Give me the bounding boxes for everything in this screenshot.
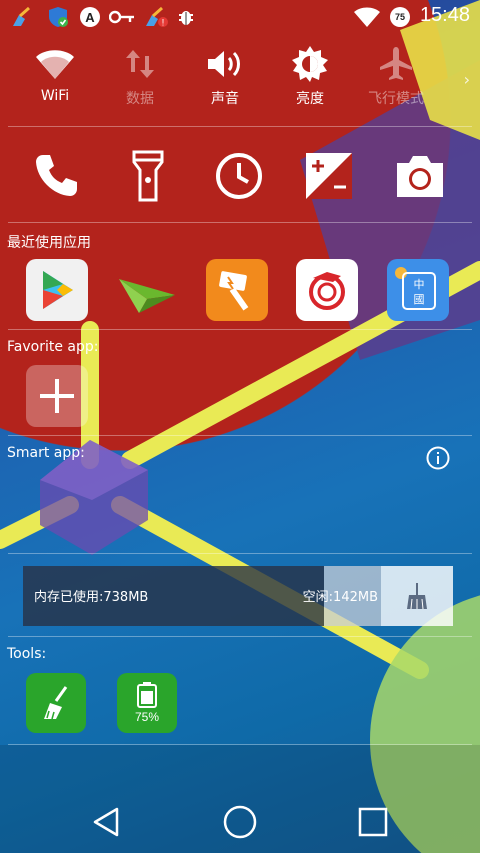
cleaner-tool[interactable] xyxy=(26,673,86,733)
back-triangle-icon xyxy=(93,807,119,837)
navigation-bar xyxy=(0,790,480,853)
chevron-right-icon[interactable]: › xyxy=(464,70,470,89)
shield-check-icon xyxy=(44,6,72,28)
qs-wifi[interactable]: WiFi xyxy=(15,44,95,104)
divider xyxy=(8,553,472,554)
plus-icon xyxy=(40,379,74,413)
calculator-icon[interactable] xyxy=(299,148,359,204)
memory-used-label: 内存已使用:738MB xyxy=(34,590,149,605)
section-title-smart: Smart app: xyxy=(7,445,85,461)
wifi-status-icon xyxy=(352,6,382,28)
battery-icon xyxy=(137,682,157,708)
hammer-app[interactable] xyxy=(206,259,268,321)
tool-shortcuts xyxy=(0,148,480,208)
battery-percent: 75% xyxy=(134,710,160,724)
svg-text:!: ! xyxy=(162,18,165,28)
paper-plane-app[interactable] xyxy=(116,259,178,321)
a-badge-icon: A xyxy=(78,6,102,28)
recents-button[interactable] xyxy=(353,802,393,842)
chinese-seal-app[interactable]: 中國 xyxy=(387,259,449,321)
divider xyxy=(8,636,472,637)
broom-alert-icon: ! xyxy=(142,6,170,28)
section-title-tools: Tools: xyxy=(7,646,47,662)
clock-icon[interactable] xyxy=(209,148,269,204)
svg-text:A: A xyxy=(85,10,95,25)
signal-badge-text: 75 xyxy=(394,12,405,22)
qs-sound-label: 声音 xyxy=(211,91,239,107)
divider xyxy=(8,126,472,127)
svg-text:國: 國 xyxy=(414,293,425,306)
quick-settings: WiFi 数据 声音 亮度 飞行模式 xyxy=(0,44,480,114)
clock-time: 15:48 xyxy=(419,4,470,26)
memory-free-label: 空闲:142MB xyxy=(302,590,378,605)
phone-icon[interactable] xyxy=(26,148,86,204)
play-store-app[interactable] xyxy=(26,259,88,321)
status-bar: A ! 75 15:48 xyxy=(0,0,480,34)
divider xyxy=(8,329,472,330)
dragon-app[interactable] xyxy=(296,259,358,321)
add-favorite-button[interactable] xyxy=(26,365,88,427)
back-button[interactable] xyxy=(86,802,126,842)
brightness-icon xyxy=(270,44,350,84)
camera-icon[interactable] xyxy=(390,148,450,204)
section-title-recent: 最近使用应用 xyxy=(7,235,91,251)
home-button[interactable] xyxy=(220,802,260,842)
broom-icon xyxy=(407,583,427,610)
broom-icon xyxy=(44,686,68,720)
flashlight-icon[interactable] xyxy=(118,148,178,204)
volume-icon xyxy=(185,44,265,84)
broom-icon xyxy=(8,6,36,28)
home-circle-icon xyxy=(223,805,257,839)
bug-icon xyxy=(174,6,198,28)
divider xyxy=(8,435,472,436)
divider xyxy=(8,222,472,223)
memory-clean-button[interactable] xyxy=(381,566,453,626)
key-icon xyxy=(108,6,136,28)
qs-data-label: 数据 xyxy=(126,91,154,107)
qs-brightness[interactable]: 亮度 xyxy=(270,44,350,108)
memory-bar: 内存已使用:738MB 空闲:142MB xyxy=(23,566,453,626)
recents-square-icon xyxy=(358,807,388,837)
battery-tool[interactable]: 75% xyxy=(117,673,177,733)
qs-data[interactable]: 数据 xyxy=(100,44,180,108)
divider xyxy=(8,744,472,745)
data-arrows-icon xyxy=(100,44,180,84)
qs-wifi-label: WiFi xyxy=(40,88,70,104)
wifi-icon xyxy=(15,44,95,84)
qs-airplane[interactable]: 飞行模式 xyxy=(356,44,436,108)
svg-text:中: 中 xyxy=(414,278,425,291)
qs-airplane-label: 飞行模式 xyxy=(368,91,424,107)
qs-brightness-label: 亮度 xyxy=(296,91,324,107)
section-title-favorite: Favorite app: xyxy=(7,339,99,355)
signal-badge-icon: 75 xyxy=(388,6,412,28)
memory-used-segment: 内存已使用:738MB 空闲:142MB xyxy=(23,566,378,626)
info-icon[interactable] xyxy=(426,446,450,470)
qs-sound[interactable]: 声音 xyxy=(185,44,265,108)
airplane-icon xyxy=(356,44,436,84)
